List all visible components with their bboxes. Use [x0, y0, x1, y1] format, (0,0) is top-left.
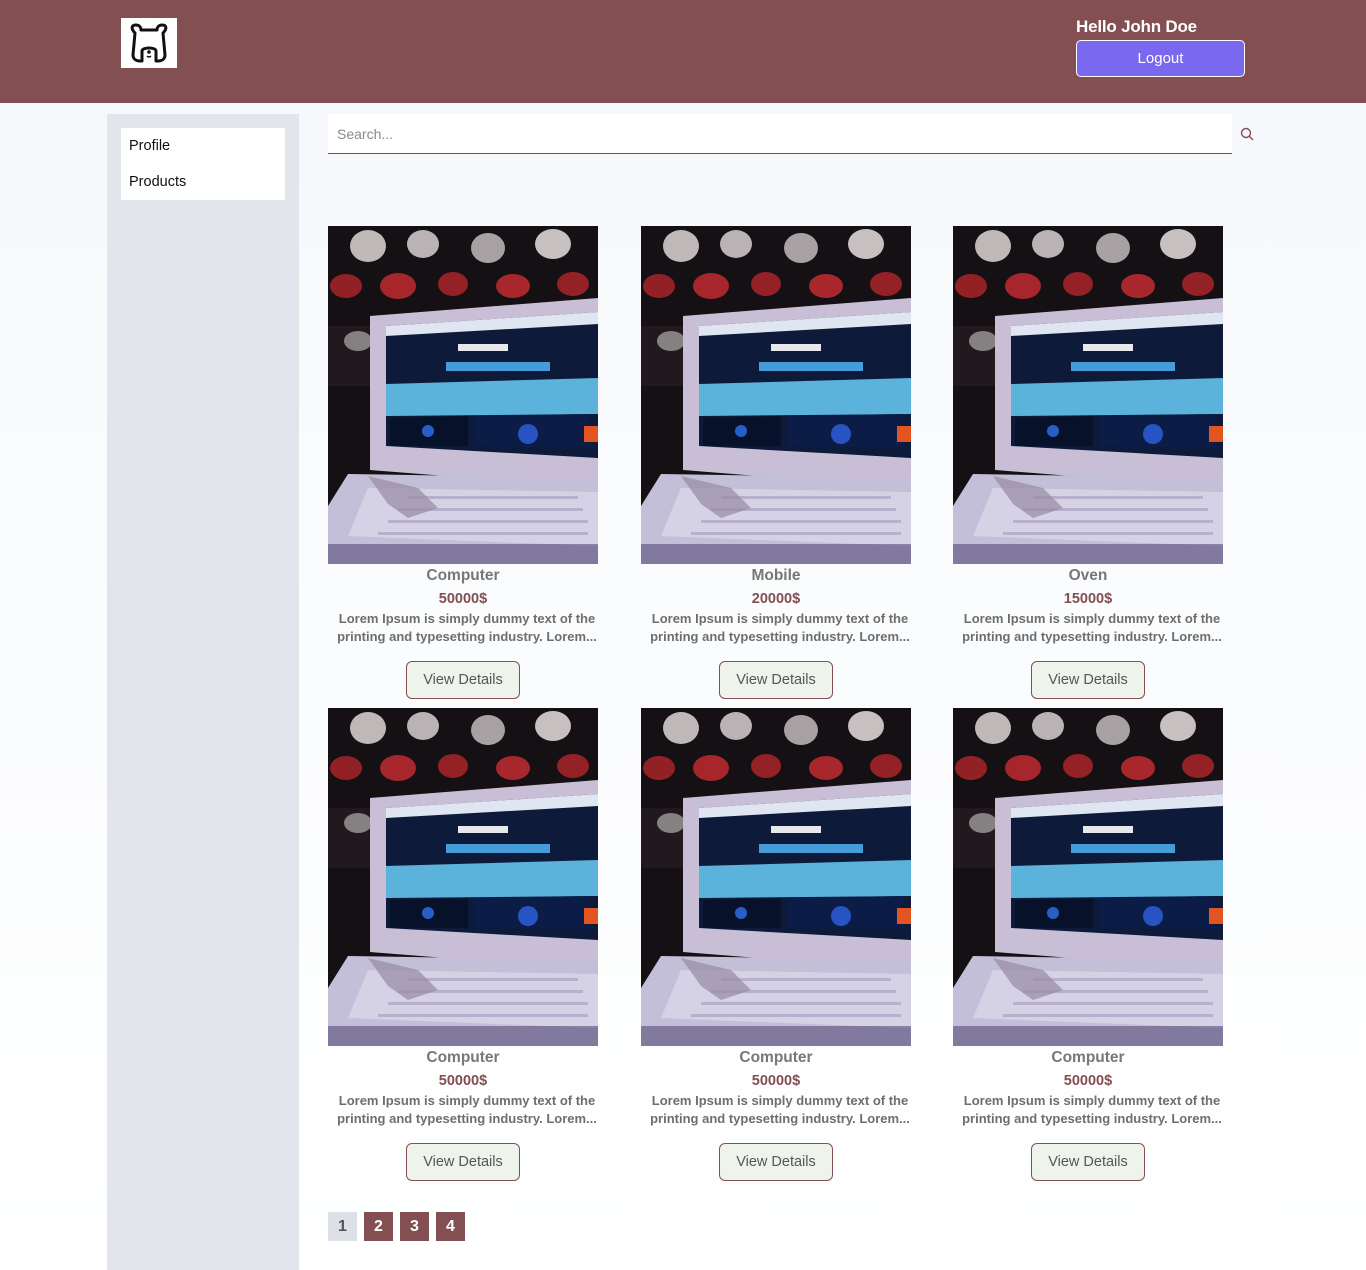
logo[interactable]	[121, 18, 177, 68]
view-details-button[interactable]: View Details	[406, 1143, 520, 1181]
product-price: 50000$	[751, 1073, 801, 1089]
product-image	[641, 226, 911, 564]
search-input[interactable]	[328, 114, 1232, 153]
view-details-button[interactable]: View Details	[1031, 661, 1145, 699]
product-price: 50000$	[438, 1073, 488, 1089]
product-description-line: Lorem Ipsum is simply dummy text of the	[651, 611, 909, 626]
view-details-button[interactable]: View Details	[1031, 1143, 1145, 1181]
product-description-line: Lorem Ipsum is simply dummy text of the	[963, 611, 1221, 626]
product-description: Lorem Ipsum is simply dummy text of the p…	[645, 610, 915, 648]
product-card: Oven 15000$ Lorem Ipsum is simply dummy te…	[953, 226, 1223, 701]
page-button-2[interactable]: 2	[364, 1212, 393, 1241]
product-description-line: printing and typesetting industry. Lorem…	[337, 1111, 597, 1126]
sidebar-item-profile[interactable]: Profile	[121, 128, 285, 164]
product-description: Lorem Ipsum is simply dummy text of the p…	[957, 610, 1227, 648]
product-description-line: Lorem Ipsum is simply dummy text of the	[338, 611, 596, 626]
product-description-line: printing and typesetting industry. Lorem…	[337, 629, 597, 644]
sidebar-item-products[interactable]: Products	[121, 164, 285, 200]
product-price: 50000$	[1063, 1073, 1113, 1089]
product-card: Computer 50000$ Lorem Ipsum is simply dumm…	[328, 708, 598, 1183]
product-title: Computer	[1051, 1049, 1125, 1066]
product-price: 20000$	[751, 591, 801, 607]
product-image	[953, 226, 1223, 564]
product-card: Mobile 20000$ Lorem Ipsum is simply dummy …	[641, 226, 911, 701]
product-title: Computer	[426, 567, 500, 584]
search-bar	[328, 114, 1232, 154]
bear-face-icon	[130, 23, 168, 63]
product-description-line: printing and typesetting industry. Lorem…	[650, 629, 910, 644]
product-image	[328, 708, 598, 1046]
product-title: Oven	[1068, 567, 1108, 584]
page-button-3[interactable]: 3	[400, 1212, 429, 1241]
product-card: Computer 50000$ Lorem Ipsum is simply dumm…	[953, 708, 1223, 1183]
product-description-line: printing and typesetting industry. Lorem…	[650, 1111, 910, 1126]
product-image	[953, 708, 1223, 1046]
product-title: Mobile	[751, 567, 801, 584]
user-greeting: Hello John Doe	[1076, 17, 1197, 36]
product-description: Lorem Ipsum is simply dummy text of the p…	[332, 1092, 602, 1130]
search-icon[interactable]	[1240, 127, 1254, 141]
product-price: 50000$	[438, 591, 488, 607]
product-description: Lorem Ipsum is simply dummy text of the p…	[957, 1092, 1227, 1130]
product-image	[641, 708, 911, 1046]
page-button-4[interactable]: 4	[436, 1212, 465, 1241]
product-card: Computer 50000$ Lorem Ipsum is simply dumm…	[641, 708, 911, 1183]
product-description: Lorem Ipsum is simply dummy text of the p…	[332, 610, 602, 648]
sidebar: Profile Products	[107, 114, 299, 1270]
view-details-button[interactable]: View Details	[406, 661, 520, 699]
view-details-button[interactable]: View Details	[719, 661, 833, 699]
product-price: 15000$	[1063, 591, 1113, 607]
product-description-line: Lorem Ipsum is simply dummy text of the	[963, 1093, 1221, 1108]
page-button-1[interactable]: 1	[328, 1212, 357, 1241]
product-description-line: Lorem Ipsum is simply dummy text of the	[338, 1093, 596, 1108]
product-description-line: Lorem Ipsum is simply dummy text of the	[651, 1093, 909, 1108]
sidebar-menu: Profile Products	[121, 128, 285, 200]
product-card: Computer 50000$ Lorem Ipsum is simply dumm…	[328, 226, 598, 701]
product-title: Computer	[739, 1049, 813, 1066]
logout-button[interactable]: Logout	[1076, 40, 1245, 77]
view-details-button[interactable]: View Details	[719, 1143, 833, 1181]
product-image	[328, 226, 598, 564]
product-description-line: printing and typesetting industry. Lorem…	[962, 629, 1222, 644]
product-description: Lorem Ipsum is simply dummy text of the p…	[645, 1092, 915, 1130]
product-description-line: printing and typesetting industry. Lorem…	[962, 1111, 1222, 1126]
top-header: Hello John Doe Logout	[0, 0, 1366, 103]
product-title: Computer	[426, 1049, 500, 1066]
